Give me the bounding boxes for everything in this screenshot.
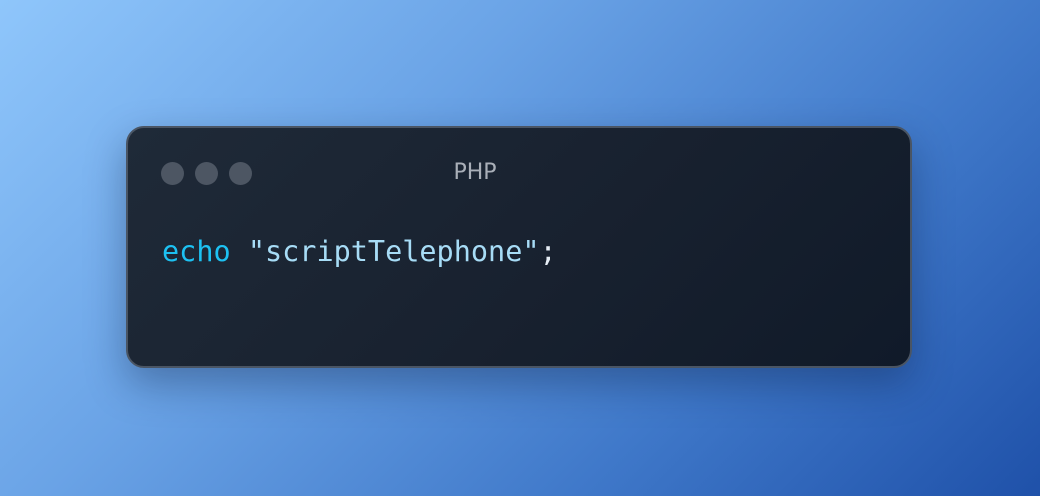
code-block: echo "scriptTelephone";: [162, 234, 557, 270]
code-window: PHP echo "scriptTelephone";: [126, 126, 912, 368]
code-terminator: ;: [539, 235, 557, 268]
window-title: PHP: [453, 160, 497, 185]
code-keyword: echo: [162, 235, 231, 268]
code-string: "scriptTelephone": [247, 235, 540, 268]
